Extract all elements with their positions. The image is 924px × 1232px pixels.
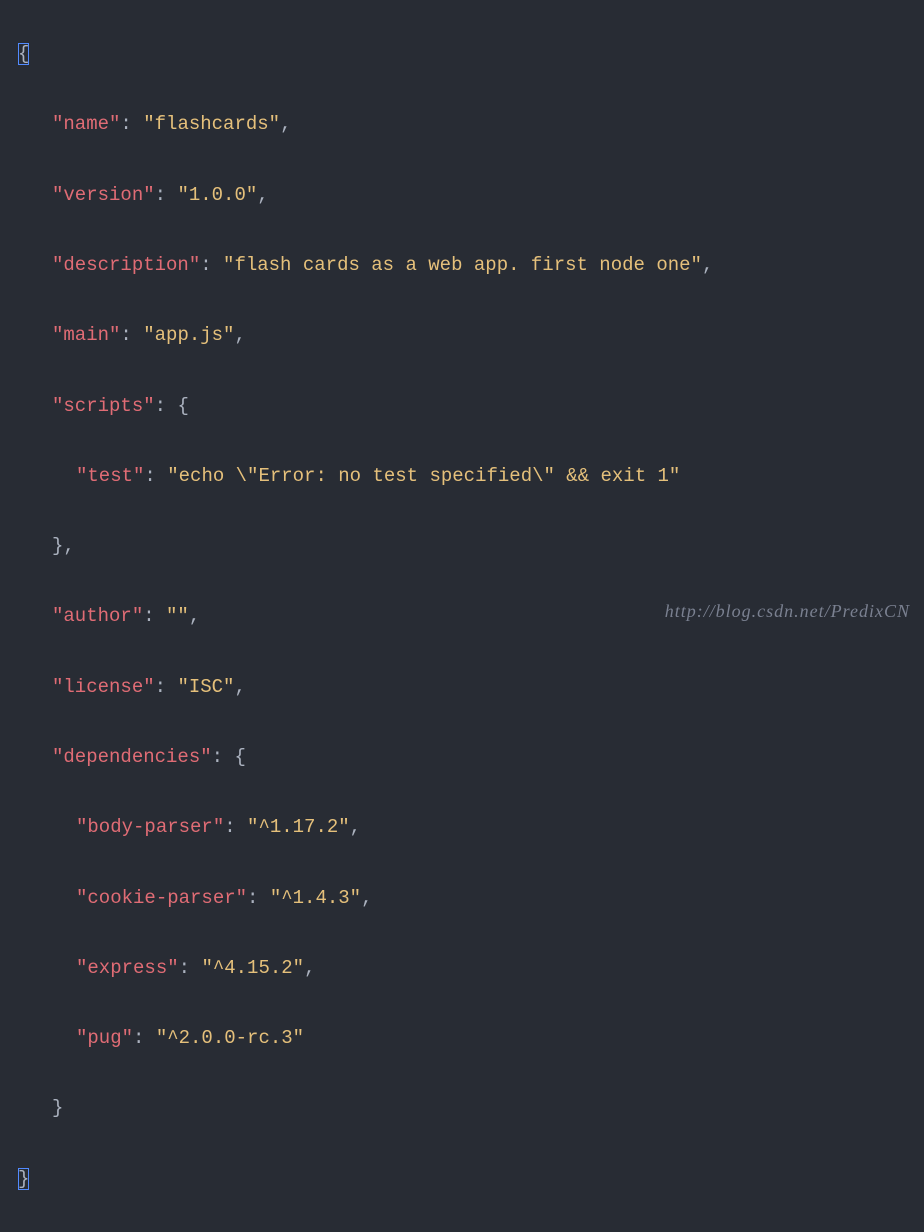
json-value: "ISC" xyxy=(177,676,234,698)
json-key: "author" xyxy=(52,605,143,627)
json-value: "^1.17.2" xyxy=(247,816,350,838)
json-key: "body-parser" xyxy=(76,816,224,838)
code-line: "version": "1.0.0", xyxy=(18,178,924,213)
json-key: "license" xyxy=(52,676,155,698)
code-line: "express": "^4.15.2", xyxy=(18,951,924,986)
json-key: "cookie-parser" xyxy=(76,887,247,909)
json-value: "echo \"Error: no test specified\" && ex… xyxy=(167,465,680,487)
json-key: "main" xyxy=(52,324,120,346)
comma: , xyxy=(702,254,713,276)
json-key: "test" xyxy=(76,465,144,487)
json-value: "" xyxy=(166,605,189,627)
code-line: "main": "app.js", xyxy=(18,318,924,353)
code-line: "dependencies": { xyxy=(18,740,924,775)
json-value: "flash cards as a web app. first node on… xyxy=(223,254,702,276)
comma: , xyxy=(189,605,200,627)
json-value: "^2.0.0-rc.3" xyxy=(156,1027,304,1049)
close-brace: } xyxy=(18,1168,29,1190)
code-line: }, xyxy=(18,529,924,564)
colon: : xyxy=(133,1027,156,1049)
code-line: "pug": "^2.0.0-rc.3" xyxy=(18,1021,924,1056)
json-value: "app.js" xyxy=(143,324,234,346)
code-line: } xyxy=(18,1091,924,1126)
json-value: "^1.4.3" xyxy=(270,887,361,909)
colon: : xyxy=(179,957,202,979)
json-key: "description" xyxy=(52,254,200,276)
close-brace: } xyxy=(52,1097,63,1119)
code-line: "cookie-parser": "^1.4.3", xyxy=(18,881,924,916)
comma: , xyxy=(280,113,291,135)
colon: : xyxy=(155,184,178,206)
colon: : xyxy=(143,605,166,627)
colon: : xyxy=(120,324,143,346)
colon: : xyxy=(224,816,247,838)
watermark-text: http://blog.csdn.net/PredixCN xyxy=(665,595,910,628)
code-line: "test": "echo \"Error: no test specified… xyxy=(18,459,924,494)
json-value: "^4.15.2" xyxy=(201,957,304,979)
comma: , xyxy=(304,957,315,979)
comma: , xyxy=(234,676,245,698)
code-line: { xyxy=(18,37,924,72)
code-line: "body-parser": "^1.17.2", xyxy=(18,810,924,845)
open-brace: { xyxy=(234,746,245,768)
colon: : xyxy=(155,676,178,698)
json-key: "dependencies" xyxy=(52,746,212,768)
code-line: } xyxy=(18,1162,924,1197)
colon: : xyxy=(200,254,223,276)
comma: , xyxy=(63,535,74,557)
code-line: "scripts": { xyxy=(18,389,924,424)
json-value: "flashcards" xyxy=(143,113,280,135)
comma: , xyxy=(257,184,268,206)
comma: , xyxy=(234,324,245,346)
code-line: "name": "flashcards", xyxy=(18,107,924,142)
code-line: "license": "ISC", xyxy=(18,670,924,705)
colon: : xyxy=(144,465,167,487)
close-brace: } xyxy=(52,535,63,557)
json-key: "express" xyxy=(76,957,179,979)
open-brace: { xyxy=(177,395,188,417)
code-line: "description": "flash cards as a web app… xyxy=(18,248,924,283)
open-brace: { xyxy=(18,43,29,65)
colon: : xyxy=(120,113,143,135)
comma: , xyxy=(361,887,372,909)
json-key: "name" xyxy=(52,113,120,135)
colon: : xyxy=(212,746,235,768)
colon: : xyxy=(247,887,270,909)
json-key: "scripts" xyxy=(52,395,155,417)
json-key: "pug" xyxy=(76,1027,133,1049)
json-key: "version" xyxy=(52,184,155,206)
json-value: "1.0.0" xyxy=(177,184,257,206)
comma: , xyxy=(350,816,361,838)
colon: : xyxy=(155,395,178,417)
